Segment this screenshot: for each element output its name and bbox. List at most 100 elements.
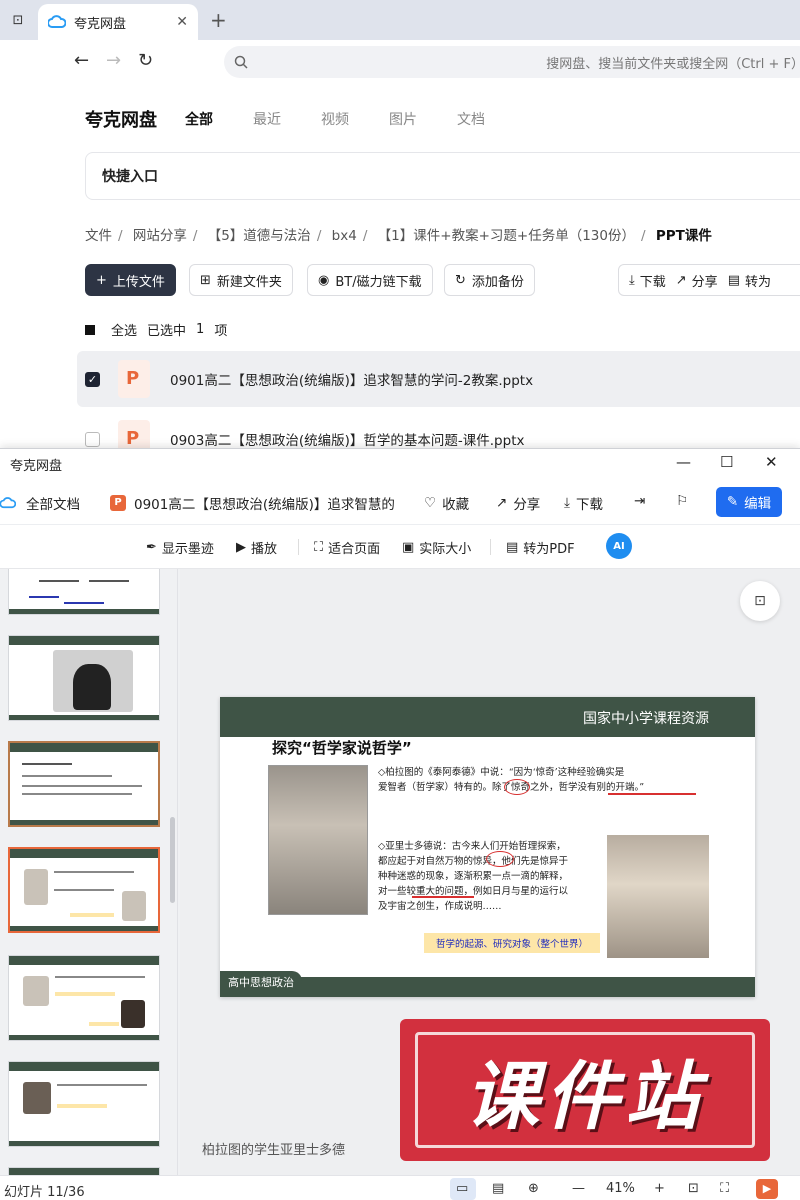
globe-icon[interactable]: ⊕ — [528, 1181, 539, 1196]
fit-page-button[interactable]: ⛶ 适合页面 — [314, 538, 380, 557]
breadcrumb-item[interactable]: 【1】课件+教案+习题+任务单（130份） — [378, 228, 635, 244]
slide-thumbnail[interactable] — [8, 741, 160, 827]
feedback-icon[interactable]: ⚐ — [676, 493, 688, 509]
viewer-status-bar: 幻灯片 11/36 ▭ ▤ ⊕ — 41% + ⊡ ⛶ ▶ — [0, 1175, 800, 1200]
minimize-icon[interactable]: — — [676, 453, 691, 471]
share-button[interactable]: ↗ 分享 — [676, 271, 718, 290]
annotation-underline — [608, 793, 696, 795]
to-pdf-button[interactable]: ▤ 转为PDF — [506, 538, 575, 557]
maximize-icon[interactable]: ☐ — [720, 453, 733, 471]
new-tab-icon[interactable]: + — [210, 8, 227, 32]
edit-button[interactable]: ✎ 编辑 — [716, 487, 782, 517]
new-folder-button[interactable]: ⊞ 新建文件夹 — [189, 264, 293, 296]
close-window-icon[interactable]: ✕ — [765, 453, 778, 471]
forward-icon[interactable]: → — [106, 50, 121, 71]
tab-title: 夸克网盘 — [74, 16, 127, 32]
show-ink-button[interactable]: ✒ 显示墨迹 — [146, 538, 214, 557]
slide-thumbnail[interactable] — [8, 1061, 160, 1147]
select-all-checkbox[interactable] — [85, 324, 95, 335]
add-backup-button[interactable]: ↻ 添加备份 — [444, 264, 535, 296]
download-button[interactable]: ⤓ 下载 — [629, 271, 666, 290]
viewer-window-title: 夸克网盘 — [10, 458, 63, 474]
zoom-out-icon[interactable]: — — [572, 1181, 585, 1196]
plato-bust-image — [268, 765, 368, 915]
slide-title: 探究“哲学家说哲学” — [272, 739, 412, 757]
slide-thumbnail-current[interactable] — [8, 847, 160, 933]
download-button[interactable]: ⤓ 下载 — [564, 493, 603, 513]
viewer-titlebar: 夸克网盘 — ☐ ✕ — [0, 449, 800, 479]
select-all-label[interactable]: 全选 — [111, 320, 137, 339]
play-button[interactable]: ▶ 播放 — [236, 538, 277, 557]
pptx-badge-icon: P — [110, 495, 126, 511]
selected-count: 1 — [196, 322, 205, 337]
slide-thumbnail[interactable] — [8, 955, 160, 1041]
thumbnail-scrollbar[interactable] — [170, 817, 175, 903]
tab-search-icon[interactable]: ⊡ — [4, 6, 32, 34]
thumbnail-view-icon[interactable]: ▭ — [456, 1181, 468, 1196]
slide-thumbnail[interactable] — [8, 1167, 160, 1175]
screenshot-icon[interactable]: ⊡ — [740, 581, 780, 621]
cloud-icon — [0, 497, 16, 509]
folder-plus-icon: ⊞ — [200, 272, 211, 288]
tab-all[interactable]: 全部 — [185, 109, 213, 129]
file-row[interactable]: ✓ 0901高二【思想政治(统编版)】追求智慧的学问-2教案.pptx — [77, 351, 800, 407]
file-name[interactable]: 0903高二【思想政治(统编版)】哲学的基本问题-课件.pptx — [170, 429, 524, 449]
quick-entry[interactable]: 快捷入口 — [85, 152, 800, 200]
zoom-in-icon[interactable]: + — [654, 1181, 665, 1196]
selection-row: 全选 已选中 1 项 — [85, 320, 237, 339]
slide-highlight: 哲学的起源、研究对象（整个世界） — [424, 933, 600, 953]
pptx-file-icon — [118, 360, 150, 398]
slide-page: 国家中小学课程资源 探究“哲学家说哲学” ◇柏拉图的《泰阿泰德》中说：“因为‘惊… — [220, 697, 755, 997]
file-action-group: ⤓ 下载 ↗ 分享 ▤ 转为 — [618, 264, 800, 296]
backup-icon: ↻ — [455, 272, 466, 288]
reload-icon[interactable]: ↻ — [138, 50, 153, 71]
export-icon[interactable]: ⇥ — [634, 493, 645, 509]
bt-download-button[interactable]: ◉ BT/磁力链下载 — [307, 264, 433, 296]
actual-size-button[interactable]: ▣ 实际大小 — [402, 538, 471, 557]
all-docs-button[interactable]: 全部文档 — [0, 493, 80, 513]
fit-icon: ⛶ — [314, 540, 324, 555]
slide-paragraph-1: ◇柏拉图的《泰阿泰德》中说：“因为‘惊奇’这种经验确实是 爱智者（哲学家）特有的… — [378, 767, 645, 793]
share-icon: ↗ — [496, 495, 508, 511]
slideshow-play-icon[interactable]: ▶ — [756, 1179, 778, 1199]
drive-page: 夸克网盘 全部 最近 视频 图片 文档 快捷入口 文件 / 网站分享 / 【5】道德… — [0, 84, 800, 464]
breadcrumb-item[interactable]: 文件 — [85, 228, 112, 244]
notes-view-icon[interactable]: ▤ — [492, 1181, 504, 1196]
search-icon — [234, 55, 248, 69]
fullscreen-icon[interactable]: ⛶ — [720, 1181, 729, 1196]
download-icon: ⤓ — [629, 272, 635, 288]
fit-screen-icon[interactable]: ⊡ — [688, 1181, 699, 1196]
tab-recent[interactable]: 最近 — [253, 109, 281, 129]
tab-image[interactable]: 图片 — [389, 109, 417, 129]
back-icon[interactable]: ← — [74, 50, 89, 71]
slide-thumbnail[interactable] — [8, 569, 160, 615]
browser-toolbar: ← → ↻ 搜网盘、搜当前文件夹或搜全网（Ctrl + F） — [0, 40, 800, 84]
file-name[interactable]: 0901高二【思想政治(统编版)】追求智慧的学问-2教案.pptx — [170, 369, 533, 389]
aristotle-bust-image — [607, 835, 709, 958]
selected-label: 已选中 — [147, 324, 187, 339]
collect-button[interactable]: ♡ 收藏 — [424, 493, 469, 513]
slide-notes: 柏拉图的学生亚里士多德 — [202, 1143, 346, 1158]
watermark-stamp: 课件站 — [400, 1019, 770, 1161]
file-checkbox[interactable] — [85, 431, 100, 447]
browser-tab[interactable]: 夸克网盘 ✕ — [38, 4, 198, 40]
breadcrumb-item[interactable]: 【5】道德与法治 — [208, 228, 311, 244]
close-tab-icon[interactable]: ✕ — [176, 14, 188, 30]
tab-video[interactable]: 视频 — [321, 109, 349, 129]
breadcrumb-item[interactable]: bx4 — [332, 228, 357, 244]
search-input[interactable]: 搜网盘、搜当前文件夹或搜全网（Ctrl + F） — [224, 46, 800, 78]
ai-button[interactable]: AI — [606, 533, 632, 559]
zoom-level: 41% — [606, 1181, 635, 1196]
upload-button[interactable]: + 上传文件 — [85, 264, 176, 296]
ink-icon: ✒ — [146, 540, 157, 555]
share-button[interactable]: ↗ 分享 — [496, 493, 540, 513]
breadcrumb-item[interactable]: 网站分享 — [133, 228, 187, 244]
convert-button[interactable]: ▤ 转为 — [728, 271, 771, 290]
play-icon: ▶ — [236, 540, 246, 555]
tab-docs[interactable]: 文档 — [457, 109, 485, 129]
file-checkbox[interactable]: ✓ — [85, 371, 100, 387]
slide-counter: 幻灯片 11/36 — [4, 1185, 85, 1200]
pdf-icon: ▤ — [506, 540, 519, 555]
heart-icon: ♡ — [424, 495, 437, 511]
slide-thumbnail[interactable] — [8, 635, 160, 721]
